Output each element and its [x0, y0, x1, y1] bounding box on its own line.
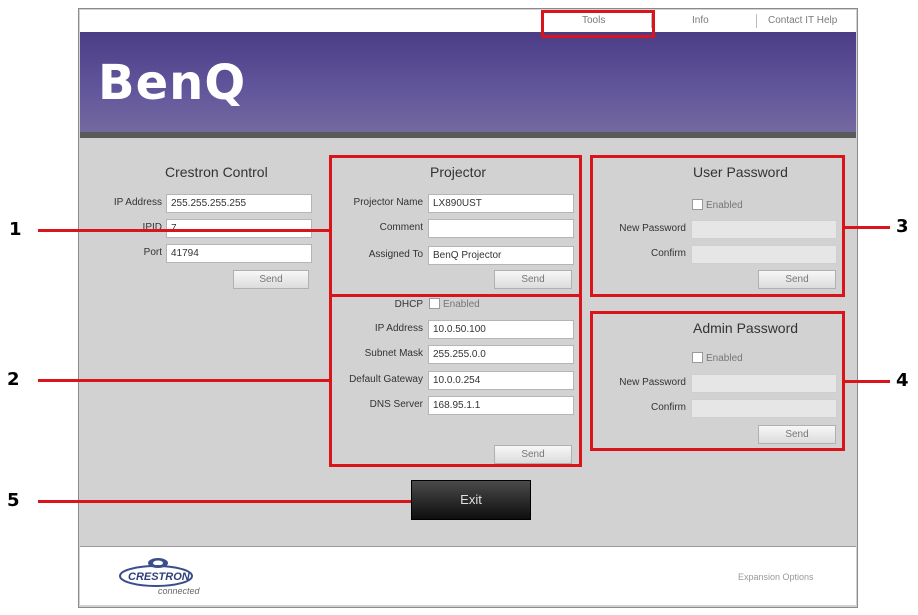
nav-contact-link[interactable]: Contact IT Help [768, 15, 837, 26]
callout-2-number: 2 [7, 369, 20, 390]
network-highlight-box [329, 294, 582, 467]
crestron-control-title: Crestron Control [165, 164, 268, 180]
crestron-send-button[interactable]: Send [233, 270, 309, 289]
benq-logo: BenQ [98, 55, 247, 111]
crestron-ip-label: IP Address [113, 197, 162, 208]
callout-5-number: 5 [7, 490, 20, 511]
callout-3-number: 3 [896, 216, 909, 237]
crestron-logo-subtext: connected [158, 586, 201, 596]
user-password-highlight-box [590, 155, 845, 297]
callout-4-line [845, 380, 890, 383]
callout-2-line [38, 379, 329, 382]
projector-highlight-box [329, 155, 582, 297]
crestron-port-input[interactable] [166, 244, 312, 263]
crestron-logo-mark-inner [153, 560, 163, 566]
callout-3-line [845, 226, 890, 229]
crestron-logo-text: CRESTRON [128, 571, 191, 583]
top-navigation: Tools Info Contact IT Help [80, 10, 856, 33]
nav-separator [756, 14, 757, 28]
expansion-options-link[interactable]: Expansion Options [738, 572, 814, 582]
exit-button[interactable]: Exit [411, 480, 531, 520]
callout-1-number: 1 [9, 219, 22, 240]
callout-1-line [38, 229, 329, 232]
admin-password-highlight-box [590, 311, 845, 451]
callout-4-number: 4 [896, 370, 909, 391]
banner-divider [80, 132, 856, 138]
nav-info-link[interactable]: Info [692, 15, 709, 26]
tools-highlight-box [541, 10, 655, 38]
crestron-logo: CRESTRON connected [119, 558, 201, 596]
crestron-ip-input[interactable] [166, 194, 312, 213]
crestron-port-label: Port [143, 247, 162, 258]
callout-5-line [38, 500, 411, 503]
